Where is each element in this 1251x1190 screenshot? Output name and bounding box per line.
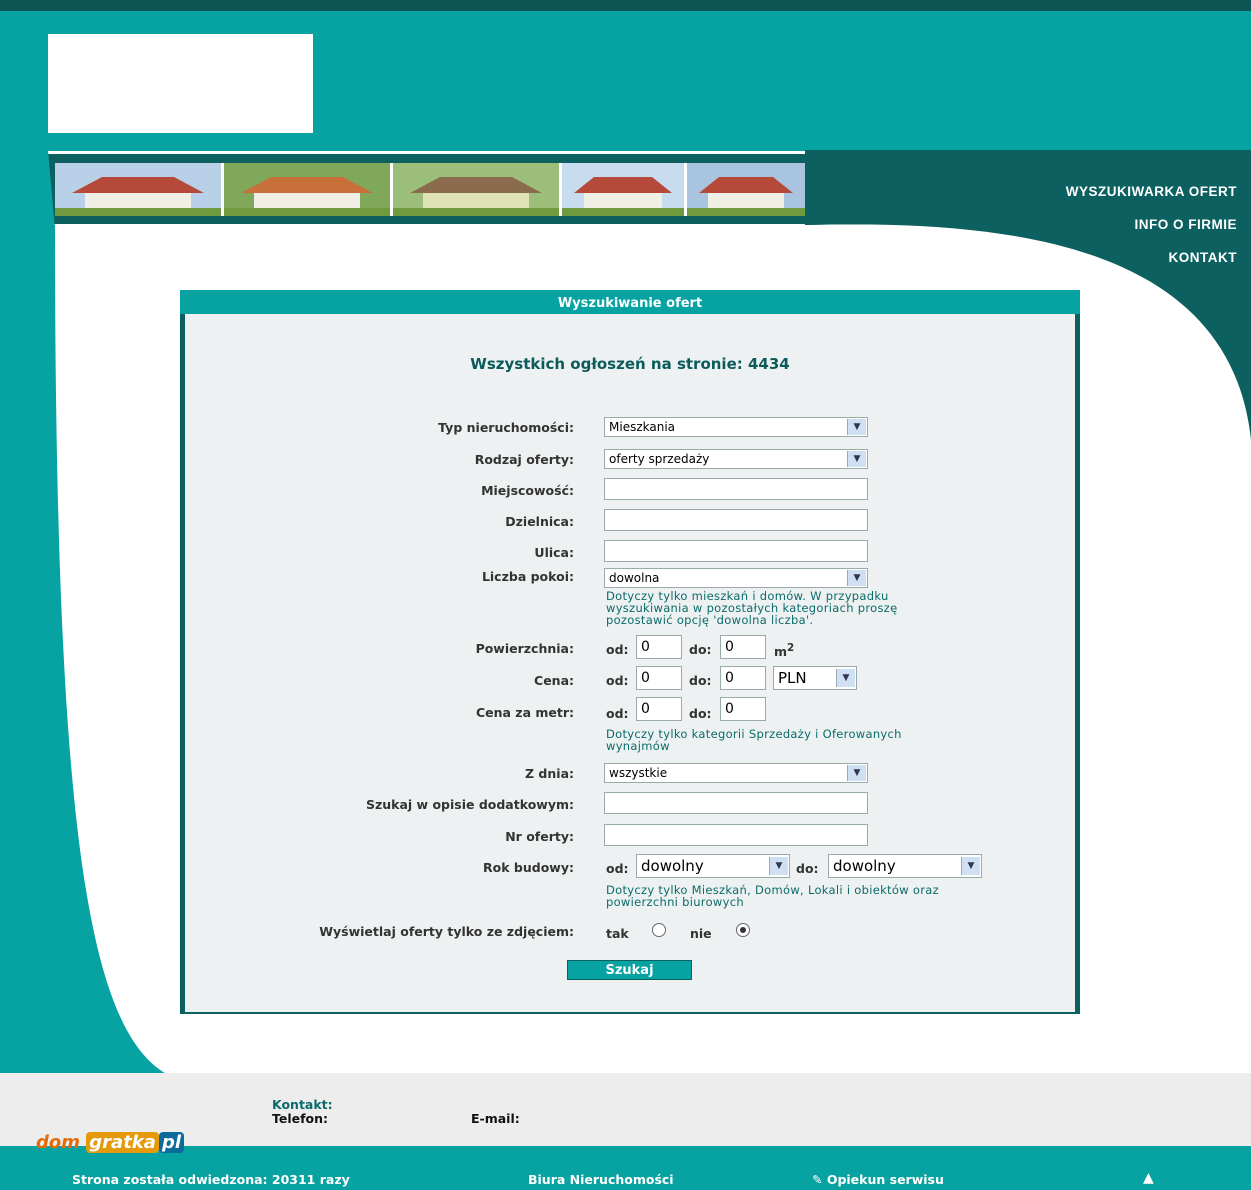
main-nav: WYSZUKIWARKA OFERT INFO O FIRMIE KONTAKT: [1066, 184, 1237, 283]
offer-kind-label: Rodzaj oferty:: [474, 452, 574, 467]
ppm-to-input[interactable]: 0: [720, 697, 766, 721]
nav-search-offers[interactable]: WYSZUKIWARKA OFERT: [1066, 184, 1237, 199]
chevron-down-icon: ▼: [847, 451, 866, 467]
property-type-select[interactable]: Mieszkania ▼: [604, 417, 868, 437]
photo-only-label: Wyświetlaj oferty tylko ze zdjęciem:: [319, 924, 574, 939]
pencil-icon: ✎: [812, 1172, 827, 1187]
city-input[interactable]: [604, 478, 868, 500]
rooms-select[interactable]: dowolna ▼: [604, 568, 868, 588]
photo-yes-radio[interactable]: [652, 923, 666, 937]
area-to-label: do:: [689, 642, 712, 657]
date-label: Z dnia:: [525, 766, 574, 781]
price-to-label: do:: [689, 673, 712, 688]
area-to-input[interactable]: 0: [720, 635, 766, 659]
chevron-down-icon: ▼: [847, 765, 866, 781]
gratka-logo[interactable]: dom gratka pl: [36, 1132, 184, 1153]
rooms-hint: Dotyczy tylko mieszkań i domów. W przypa…: [606, 589, 898, 627]
chevron-down-icon: ▼: [847, 419, 866, 435]
logo-placeholder: [48, 34, 313, 133]
nav-contact[interactable]: KONTAKT: [1066, 250, 1237, 265]
street-label: Ulica:: [534, 545, 574, 560]
property-type-label: Typ nieruchomości:: [438, 420, 574, 435]
area-from-input[interactable]: 0: [636, 635, 682, 659]
search-button[interactable]: Szukaj: [567, 960, 692, 980]
build-year-label: Rok budowy:: [483, 860, 574, 875]
photo-no-radio[interactable]: [736, 923, 750, 937]
year-to-label: do:: [796, 861, 819, 876]
ppm-from-label: od:: [606, 706, 629, 721]
year-from-select[interactable]: dowolny ▼: [636, 854, 790, 878]
yes-label: tak: [606, 926, 629, 941]
panel-title: Wyszukiwanie ofert: [180, 290, 1080, 314]
footer-contact-area: [0, 1073, 1251, 1146]
city-label: Miejscowość:: [481, 483, 574, 498]
year-to-select[interactable]: dowolny ▼: [828, 854, 982, 878]
footer-contact-title: Kontakt:: [272, 1097, 333, 1112]
top-border: [0, 0, 1251, 11]
street-input[interactable]: [604, 540, 868, 562]
date-select[interactable]: wszystkie ▼: [604, 763, 868, 783]
year-from-label: od:: [606, 861, 629, 876]
district-input[interactable]: [604, 509, 868, 531]
footer-email-label: E-mail:: [471, 1111, 520, 1126]
real-estate-agencies-link[interactable]: Biura Nieruchomości: [528, 1172, 674, 1187]
chevron-down-icon: ▼: [836, 669, 855, 687]
scroll-up-icon[interactable]: ▲: [1143, 1170, 1154, 1186]
offer-number-label: Nr oferty:: [505, 829, 574, 844]
offer-number-input[interactable]: [604, 824, 868, 846]
price-per-meter-label: Cena za metr:: [475, 705, 574, 720]
price-per-meter-hint: Dotyczy tylko kategorii Sprzedaży i Ofer…: [606, 727, 902, 753]
service-owner-link[interactable]: ✎ Opiekun serwisu: [812, 1172, 944, 1187]
description-label: Szukaj w opisie dodatkowym:: [365, 797, 574, 812]
rooms-label: Liczba pokoi:: [481, 569, 574, 584]
no-label: nie: [690, 926, 712, 941]
price-from-input[interactable]: 0: [636, 666, 682, 690]
footer-phone-label: Telefon:: [272, 1111, 329, 1126]
chevron-down-icon: ▼: [769, 857, 788, 875]
currency-select[interactable]: PLN ▼: [773, 666, 857, 690]
area-from-label: od:: [606, 642, 629, 657]
price-from-label: od:: [606, 673, 629, 688]
chevron-down-icon: ▼: [961, 857, 980, 875]
area-label: Powierzchnia:: [475, 641, 574, 656]
area-unit: m2: [774, 642, 795, 660]
total-offers-count: Wszystkich ogłoszeń na stronie: 4434: [470, 355, 790, 373]
nav-company-info[interactable]: INFO O FIRMIE: [1066, 217, 1237, 232]
visits-counter: Strona została odwiedzona: 20311 razy: [72, 1172, 350, 1187]
description-input[interactable]: [604, 792, 868, 814]
price-label: Cena:: [534, 673, 574, 688]
price-to-input[interactable]: 0: [720, 666, 766, 690]
offer-kind-select[interactable]: oferty sprzedaży ▼: [604, 449, 868, 469]
chevron-down-icon: ▼: [847, 570, 866, 586]
district-label: Dzielnica:: [505, 514, 574, 529]
ppm-to-label: do:: [689, 706, 712, 721]
ppm-from-input[interactable]: 0: [636, 697, 682, 721]
build-year-hint: Dotyczy tylko Mieszkań, Domów, Lokali i …: [606, 883, 939, 909]
